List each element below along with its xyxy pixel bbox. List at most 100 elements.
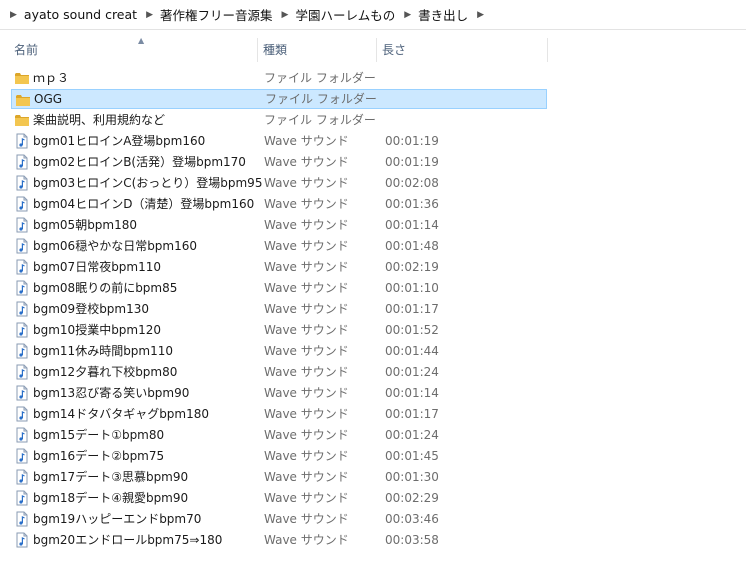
breadcrumb-item[interactable]: 書き出し [418,5,468,24]
item-length: 00:02:08 [385,176,439,190]
item-length: 00:01:17 [385,302,439,316]
item-length: 00:01:24 [385,428,439,442]
item-name: bgm10授業中bpm120 [33,323,162,337]
item-length: 00:01:44 [385,344,439,358]
item-type: Wave サウンド [264,512,349,526]
wave-file-icon [14,280,30,296]
wave-file-icon [14,175,30,191]
item-name: bgm16デート②bpm75 [33,449,165,463]
item-name: bgm04ヒロインD（清楚）登場bpm160 [33,197,255,211]
wave-file-icon [14,406,30,422]
item-type: Wave サウンド [264,449,349,463]
file-row[interactable]: bgm19ハッピーエンドbpm70 Wave サウンド 00:03:46 [11,509,547,529]
wave-file-icon [14,448,30,464]
sort-ascending-icon: ▲ [138,36,145,45]
wave-file-icon [14,217,30,233]
column-header-length[interactable]: 長さ [378,38,548,62]
item-type: ファイル フォルダー [265,92,377,106]
column-header-name[interactable]: ▲ 名前 [10,36,258,62]
file-row[interactable]: bgm16デート②bpm75 Wave サウンド 00:01:45 [11,446,547,466]
item-name: bgm19ハッピーエンドbpm70 [33,512,202,526]
file-row[interactable]: bgm03ヒロインC(おっとり）登場bpm95 Wave サウンド 00:02:08 [11,173,547,193]
item-name: ｍｐ３ [33,71,70,85]
wave-file-icon [14,511,30,527]
wave-file-icon [14,364,30,380]
chevron-right-icon[interactable]: ▶ [404,10,411,20]
folder-row[interactable]: ｍｐ３ ファイル フォルダー [11,68,547,88]
item-length: 00:01:30 [385,470,439,484]
item-length: 00:01:45 [385,449,439,463]
file-row[interactable]: bgm04ヒロインD（清楚）登場bpm160 Wave サウンド 00:01:36 [11,194,547,214]
item-name: OGG [34,92,63,106]
item-length: 00:01:19 [385,134,439,148]
file-row[interactable]: bgm05朝bpm180 Wave サウンド 00:01:14 [11,215,547,235]
chevron-right-icon[interactable]: ▶ [10,10,17,20]
file-row[interactable]: bgm09登校bpm130 Wave サウンド 00:01:17 [11,299,547,319]
file-row[interactable]: bgm08眠りの前にbpm85 Wave サウンド 00:01:10 [11,278,547,298]
file-row[interactable]: bgm01ヒロインA登場bpm160 Wave サウンド 00:01:19 [11,131,547,151]
item-name: bgm07日常夜bpm110 [33,260,162,274]
wave-file-icon [14,427,30,443]
wave-file-icon [14,469,30,485]
item-type: Wave サウンド [264,470,349,484]
wave-file-icon [14,196,30,212]
folder-row[interactable]: 楽曲説明、利用規約など ファイル フォルダー [11,110,547,130]
file-row[interactable]: bgm17デート③思慕bpm90 Wave サウンド 00:01:30 [11,467,547,487]
folder-row[interactable]: OGG ファイル フォルダー [11,89,547,109]
wave-file-icon [14,343,30,359]
file-row[interactable]: bgm07日常夜bpm110 Wave サウンド 00:02:19 [11,257,547,277]
file-row[interactable]: bgm15デート①bpm80 Wave サウンド 00:01:24 [11,425,547,445]
item-type: ファイル フォルダー [264,71,376,85]
item-length: 00:02:29 [385,491,439,505]
wave-file-icon [14,301,30,317]
item-length: 00:03:46 [385,512,439,526]
file-row[interactable]: bgm13忍び寄る笑いbpm90 Wave サウンド 00:01:14 [11,383,547,403]
file-row[interactable]: bgm11休み時間bpm110 Wave サウンド 00:01:44 [11,341,547,361]
column-header-type[interactable]: 種類 [259,38,377,62]
item-name: bgm09登校bpm130 [33,302,150,316]
item-name: bgm18デート④親愛bpm90 [33,491,189,505]
item-length: 00:01:14 [385,218,439,232]
breadcrumb-item[interactable]: 学園ハーレムもの [295,5,395,24]
chevron-right-icon[interactable]: ▶ [477,10,484,20]
item-name: bgm12夕暮れ下校bpm80 [33,365,178,379]
item-length: 00:01:52 [385,323,439,337]
file-row[interactable]: bgm10授業中bpm120 Wave サウンド 00:01:52 [11,320,547,340]
item-type: Wave サウンド [264,176,349,190]
item-type: Wave サウンド [264,260,349,274]
file-row[interactable]: bgm02ヒロインB(活発）登場bpm170 Wave サウンド 00:01:19 [11,152,547,172]
item-name: bgm03ヒロインC(おっとり）登場bpm95 [33,176,263,190]
item-type: Wave サウンド [264,386,349,400]
item-type: Wave サウンド [264,365,349,379]
file-row[interactable]: bgm14ドタバタギャグbpm180 Wave サウンド 00:01:17 [11,404,547,424]
item-name: bgm06穏やかな日常bpm160 [33,239,198,253]
item-length: 00:01:24 [385,365,439,379]
file-row[interactable]: bgm06穏やかな日常bpm160 Wave サウンド 00:01:48 [11,236,547,256]
wave-file-icon [14,154,30,170]
column-header-name-label: 名前 [14,43,39,57]
item-length: 00:01:14 [385,386,439,400]
item-name: bgm15デート①bpm80 [33,428,165,442]
item-type: Wave サウンド [264,491,349,505]
item-length: 00:01:48 [385,239,439,253]
item-type: Wave サウンド [264,302,349,316]
item-name: bgm11休み時間bpm110 [33,344,174,358]
breadcrumb-item[interactable]: 著作権フリー音源集 [160,5,273,24]
file-row[interactable]: bgm20エンドロールbpm75⇒180 Wave サウンド 00:03:58 [11,530,547,550]
breadcrumb-item[interactable]: ayato sound creat [24,7,137,22]
item-name: bgm13忍び寄る笑いbpm90 [33,386,190,400]
item-length: 00:03:58 [385,533,439,547]
file-row[interactable]: bgm18デート④親愛bpm90 Wave サウンド 00:02:29 [11,488,547,508]
wave-file-icon [14,490,30,506]
item-length: 00:02:19 [385,260,439,274]
chevron-right-icon[interactable]: ▶ [146,10,153,20]
item-type: Wave サウンド [264,428,349,442]
wave-file-icon [14,259,30,275]
item-name: 楽曲説明、利用規約など [33,113,166,127]
item-length: 00:01:17 [385,407,439,421]
chevron-right-icon[interactable]: ▶ [282,10,289,20]
folder-icon [14,70,30,86]
item-length: 00:01:10 [385,281,439,295]
item-type: ファイル フォルダー [264,113,376,127]
file-row[interactable]: bgm12夕暮れ下校bpm80 Wave サウンド 00:01:24 [11,362,547,382]
